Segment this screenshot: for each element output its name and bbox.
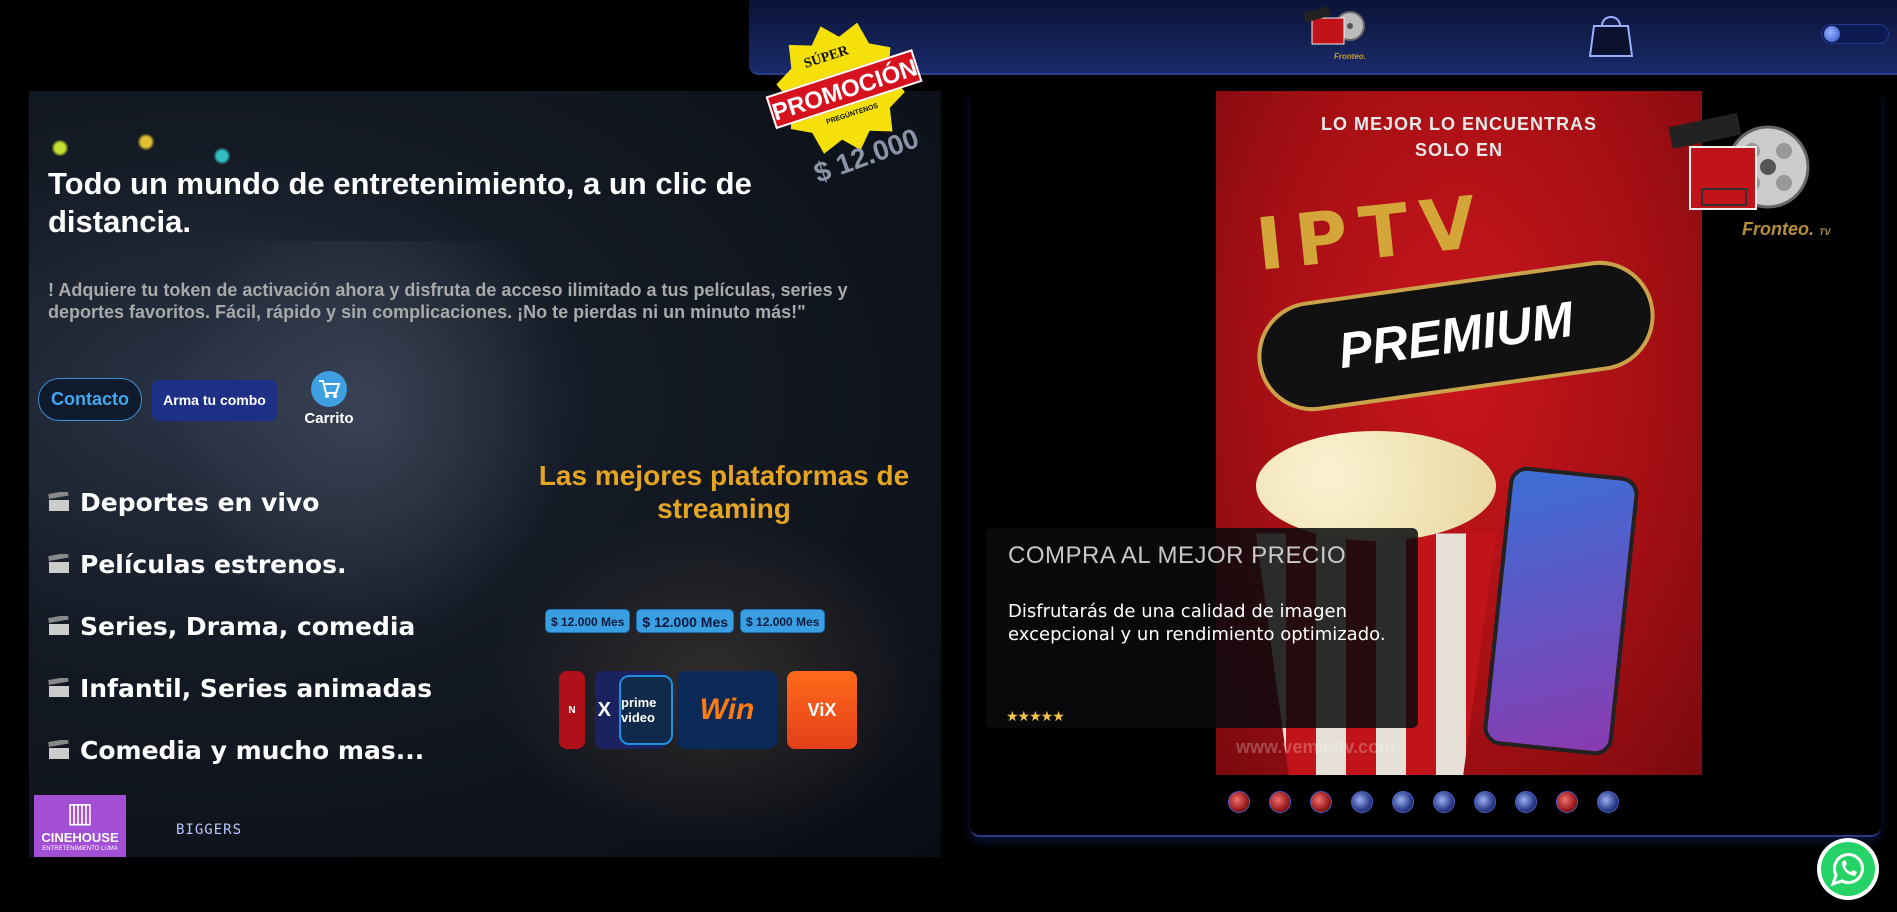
poster-footer-url: www.vemastv.com [1236,737,1396,757]
fronteo-logo-icon[interactable]: Fronteo. [1294,6,1374,62]
carousel-dot[interactable] [1351,791,1373,813]
whatsapp-icon [1821,842,1875,896]
brand-name: Fronteo. TV [1742,219,1831,240]
feature-label: Infantil, Series animadas [80,673,433,703]
max-logo-text: X [597,698,611,721]
carousel-dot[interactable] [1392,791,1414,813]
card-title: COMPRA AL MEJOR PRECIO [1008,542,1347,569]
carousel-dot[interactable] [1597,791,1619,813]
hero-section: Todo un mundo de entretenimiento, a un c… [29,91,941,857]
cinehouse-name: CINEHOUSE [41,830,119,845]
film-strip-icon: ▥ [66,797,94,828]
featured-carousel: LO MEJOR LO ENCUENTRAS SOLO EN IPTV PREM… [970,91,1881,837]
features-list: Deportes en vivo Películas estrenos. Ser… [48,471,432,781]
poster-header-line: LO MEJOR LO ENCUENTRAS [1320,114,1597,134]
list-item: Comedia y mucho mas... [48,719,432,781]
shopping-bag-icon[interactable] [1584,10,1638,58]
list-item: Deportes en vivo [48,471,432,533]
list-item: Películas estrenos. [48,533,432,595]
carousel-dot[interactable] [1310,791,1332,813]
brand-suffix: TV [1819,227,1831,237]
cinehouse-logo[interactable]: ▥ CINEHOUSE ENTRETENIMIENTO LUMA [34,795,126,857]
light-dot [139,135,153,149]
brand-name-text: Fronteo. [1742,219,1814,239]
netflix-logo[interactable]: N [559,671,585,749]
platform-logos: N X prime video Win ViX [559,671,857,749]
feature-label: Series, Drama, comedia [80,611,416,641]
carousel-dot[interactable] [1433,791,1455,813]
biggers-logo[interactable]: BIGGERS [176,822,242,838]
svg-text:Fronteo.: Fronteo. [1334,52,1366,61]
feature-label: Deportes en vivo [80,487,320,517]
prime-video-logo[interactable]: prime video [619,675,673,745]
feature-label: Comedia y mucho mas... [80,735,425,765]
carrito-label: Carrito [304,410,354,427]
carousel-dot[interactable] [1515,791,1537,813]
price-badge: $ 12.000 Mes [740,609,826,633]
contacto-button[interactable]: Contacto [38,378,142,421]
cinehouse-subtitle: ENTRETENIMIENTO LUMA [42,846,118,852]
price-badge: $ 12.000 Mes [545,609,631,633]
rating-stars: ★★★★★ [1006,708,1065,724]
top-navbar: Fronteo. [749,0,1897,75]
clapperboard-icon [48,616,69,635]
carousel-dot[interactable] [1556,791,1578,813]
card-description: Disfrutarás de una calidad de imagen exc… [1008,601,1386,645]
light-dot [215,149,229,163]
price-badge: $ 12.000 Mes [636,609,735,633]
carousel-dot[interactable] [1228,791,1250,813]
carousel-dot[interactable] [1474,791,1496,813]
vix-logo[interactable]: ViX [787,671,857,749]
cart-icon [311,371,347,407]
price-badges: $ 12.000 Mes $ 12.000 Mes $ 12.000 Mes [545,609,826,633]
theme-toggle[interactable] [1821,24,1889,44]
toggle-knob [1824,26,1840,42]
poster-iptv-text: IPTV [1252,179,1493,287]
carousel-dot[interactable] [1269,791,1291,813]
list-item: Infantil, Series animadas [48,657,432,719]
clapperboard-icon [48,554,69,573]
feature-label: Películas estrenos. [80,549,347,579]
arma-tu-combo-button[interactable]: Arma tu combo [152,380,277,421]
whatsapp-button[interactable] [1817,838,1879,900]
clapperboard-icon [48,492,69,511]
poster-header-line: SOLO EN [1414,140,1503,160]
hero-title: Todo un mundo de entretenimiento, a un c… [48,166,752,239]
clapperboard-icon [48,740,69,759]
carousel-indicators [1228,791,1619,813]
win-logo[interactable]: Win [677,671,777,749]
hero-description: ! Adquiere tu token de activación ahora … [48,280,848,322]
platforms-title: Las mejores plataformas de streaming [538,460,910,524]
phone-image [1481,464,1641,758]
carrito-button[interactable]: Carrito [299,371,359,431]
list-item: Series, Drama, comedia [48,595,432,657]
offer-card: COMPRA AL MEJOR PRECIO Disfrutarás de un… [986,528,1418,728]
clapperboard-icon [48,678,69,697]
max-logo[interactable]: X prime video [595,671,673,749]
light-dot [53,141,67,155]
popcorn-kernels-image [1256,431,1496,541]
poster-header: LO MEJOR LO ENCUENTRAS SOLO EN [1216,111,1702,163]
